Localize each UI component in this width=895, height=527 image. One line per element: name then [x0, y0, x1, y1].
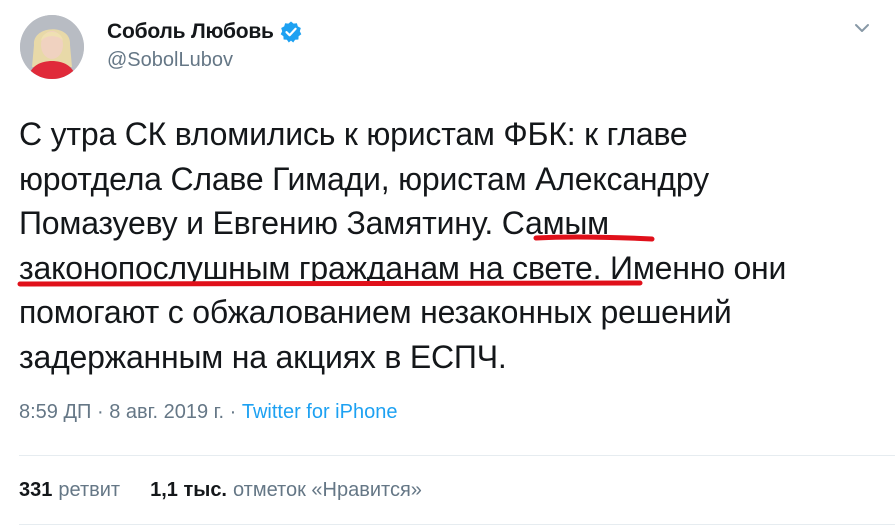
tweet-line: Помазуеву и Евгению Замятину. Самым	[19, 205, 609, 241]
tweet-line: С утра СК вломились к юристам ФБК: к гла…	[19, 116, 688, 152]
tweet-source-link[interactable]: Twitter for iPhone	[242, 401, 398, 423]
meta-separator: ·	[91, 401, 110, 423]
tweet-meta: 8:59 ДП · 8 авг. 2019 г. · Twitter for i…	[19, 401, 397, 424]
tweet-line: законопослушным гражданам на свете. Имен…	[19, 249, 787, 286]
retweets-stat[interactable]: 331 ретвит	[19, 479, 120, 502]
retweets-label: ретвит	[58, 479, 121, 501]
tweet-line: задержанным на акциях в ЕСПЧ.	[19, 338, 507, 375]
tweet-date[interactable]: 8 авг. 2019 г.	[109, 401, 224, 423]
author-display-name[interactable]: Соболь Любовь	[107, 20, 274, 44]
likes-stat[interactable]: 1,1 тыс. отметок «Нравится»	[150, 479, 422, 502]
author-name-row[interactable]: Соболь Любовь	[107, 20, 303, 44]
avatar[interactable]	[20, 15, 84, 79]
tweet-time[interactable]: 8:59 ДП	[19, 401, 91, 423]
tweet-text: С утра СК вломились к юристам ФБК: к гла…	[19, 112, 889, 379]
tweet-line: помогают с обжалованием незаконных решен…	[19, 294, 732, 330]
meta-separator: ·	[224, 401, 242, 423]
chevron-down-icon[interactable]	[852, 18, 872, 38]
verified-badge-icon	[279, 20, 303, 44]
likes-label: отметок «Нравится»	[233, 479, 422, 501]
author-handle[interactable]: @SobolLubov	[107, 49, 233, 72]
retweets-count: 331	[19, 479, 53, 501]
likes-count: 1,1 тыс.	[150, 479, 227, 501]
divider	[19, 524, 895, 525]
tweet-stats: 331 ретвит 1,1 тыс. отметок «Нравится»	[19, 479, 452, 502]
tweet-line: юротдела Славе Гимади, юристам Александр…	[19, 160, 709, 197]
divider	[19, 455, 895, 456]
avatar-image	[20, 15, 84, 79]
